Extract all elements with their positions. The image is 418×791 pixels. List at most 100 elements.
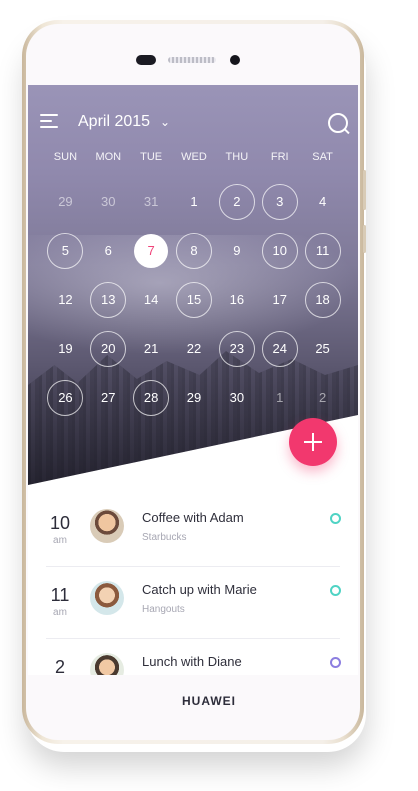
calendar-day[interactable]: 1 bbox=[173, 177, 216, 226]
calendar-day[interactable]: 25 bbox=[301, 324, 344, 373]
calendar-day[interactable]: 15 bbox=[173, 275, 216, 324]
weekday-label: SAT bbox=[312, 151, 333, 163]
weekday-label: TUE bbox=[140, 151, 163, 163]
calendar-day[interactable]: 6 bbox=[87, 226, 130, 275]
calendar-day-number: 2 bbox=[318, 390, 327, 405]
event-title: Lunch with Diane bbox=[142, 654, 242, 669]
calendar-day[interactable]: 12 bbox=[44, 275, 87, 324]
chevron-down-icon[interactable]: ⌄ bbox=[160, 115, 170, 129]
calendar-day[interactable]: 30 bbox=[87, 177, 130, 226]
event-title: Coffee with Adam bbox=[142, 510, 244, 525]
calendar-day-number: 13 bbox=[90, 281, 127, 318]
calendar-day-number: 3 bbox=[261, 183, 298, 220]
status-dot bbox=[330, 657, 341, 668]
calendar-day[interactable]: 3 bbox=[258, 177, 301, 226]
calendar-day[interactable]: 20 bbox=[87, 324, 130, 373]
calendar-day[interactable]: 2 bbox=[301, 373, 344, 422]
calendar-day-number: 30 bbox=[101, 194, 116, 209]
calendar-day-number: 29 bbox=[58, 194, 73, 209]
event-hour: 10 bbox=[49, 513, 71, 533]
calendar-day-today[interactable]: 7 bbox=[130, 226, 173, 275]
event-hour: 11 bbox=[50, 585, 70, 605]
calendar-day[interactable]: 27 bbox=[87, 373, 130, 422]
calendar-day[interactable]: 22 bbox=[173, 324, 216, 373]
weekday-label: FRI bbox=[270, 151, 289, 163]
calendar-day-number: 25 bbox=[315, 341, 330, 356]
calendar-day[interactable]: 31 bbox=[130, 177, 173, 226]
calendar-day-number: 29 bbox=[186, 390, 202, 405]
event-ampm: am bbox=[53, 535, 67, 546]
calendar-day-number: 9 bbox=[233, 243, 241, 258]
calendar-day-number: 1 bbox=[276, 390, 284, 405]
event-item[interactable]: 10 am Coffee with Adam Starbucks bbox=[28, 495, 358, 567]
proximity-sensor bbox=[230, 55, 240, 65]
weekday-label: SUN bbox=[53, 151, 78, 163]
calendar-day-number: 18 bbox=[304, 281, 341, 318]
calendar-day[interactable]: 26 bbox=[44, 373, 87, 422]
calendar-day-number: 16 bbox=[229, 292, 245, 307]
calendar-day-number: 2 bbox=[218, 183, 255, 220]
power-button bbox=[363, 225, 366, 253]
calendar-day[interactable]: 30 bbox=[215, 373, 258, 422]
brand-logo: HUAWEI bbox=[182, 694, 236, 708]
calendar-day[interactable]: 11 bbox=[301, 226, 344, 275]
calendar-day[interactable]: 10 bbox=[258, 226, 301, 275]
avatar bbox=[90, 581, 124, 615]
add-event-button[interactable] bbox=[289, 418, 337, 466]
app-screen: April 2015 ⌄ SUN MON TUE WED THU FRI SAT… bbox=[28, 85, 358, 675]
calendar-day-number: 8 bbox=[175, 232, 212, 269]
calendar-day[interactable]: 14 bbox=[130, 275, 173, 324]
calendar-day[interactable]: 1 bbox=[258, 373, 301, 422]
calendar-day-number: 15 bbox=[175, 281, 212, 318]
calendar-day[interactable]: 4 bbox=[301, 177, 344, 226]
event-item[interactable]: 2 Lunch with Diane bbox=[28, 639, 358, 675]
weekday-label: MON bbox=[95, 151, 122, 163]
search-icon[interactable] bbox=[328, 113, 348, 133]
calendar-day-number: 4 bbox=[318, 194, 327, 209]
calendar-day[interactable]: 19 bbox=[44, 324, 87, 373]
top-bar: April 2015 ⌄ bbox=[28, 85, 358, 145]
calendar-day-number: 22 bbox=[186, 341, 202, 356]
calendar-day[interactable]: 9 bbox=[215, 226, 258, 275]
calendar-day-number: 26 bbox=[47, 379, 84, 416]
calendar-day-number: 20 bbox=[90, 330, 127, 367]
menu-icon[interactable] bbox=[40, 114, 58, 128]
event-subtitle: Starbucks bbox=[142, 532, 187, 543]
calendar-day-number: 21 bbox=[143, 341, 159, 356]
calendar-day-number: 10 bbox=[261, 232, 298, 269]
calendar-day[interactable]: 29 bbox=[173, 373, 216, 422]
calendar-day-number: 24 bbox=[261, 330, 298, 367]
month-title[interactable]: April 2015 bbox=[78, 113, 150, 131]
event-title: Catch up with Marie bbox=[142, 582, 257, 597]
calendar-day-number: 19 bbox=[58, 341, 73, 356]
calendar-day[interactable]: 16 bbox=[215, 275, 258, 324]
calendar-day-number: 28 bbox=[133, 379, 170, 416]
calendar-day[interactable]: 24 bbox=[258, 324, 301, 373]
calendar-day-number: 30 bbox=[229, 390, 245, 405]
calendar-day[interactable]: 17 bbox=[258, 275, 301, 324]
avatar bbox=[90, 509, 124, 543]
event-list: 10 am Coffee with Adam Starbucks 11 am C… bbox=[28, 495, 358, 675]
calendar-day[interactable]: 18 bbox=[301, 275, 344, 324]
calendar-day[interactable]: 13 bbox=[87, 275, 130, 324]
calendar-day[interactable]: 23 bbox=[215, 324, 258, 373]
event-item[interactable]: 11 am Catch up with Marie Hangouts bbox=[28, 567, 358, 639]
weekday-header: SUN MON TUE WED THU FRI SAT bbox=[44, 151, 344, 163]
calendar-day[interactable]: 2 bbox=[215, 177, 258, 226]
event-subtitle: Hangouts bbox=[142, 604, 185, 615]
calendar-day-number: 23 bbox=[218, 330, 255, 367]
calendar-day[interactable]: 21 bbox=[130, 324, 173, 373]
calendar-day-number: 17 bbox=[272, 292, 287, 307]
event-hour: 2 bbox=[54, 657, 65, 675]
calendar-day[interactable]: 8 bbox=[173, 226, 216, 275]
calendar-day-number: 31 bbox=[143, 194, 159, 209]
calendar-day[interactable]: 28 bbox=[130, 373, 173, 422]
calendar-day-number: 27 bbox=[101, 390, 116, 405]
speaker-grille bbox=[168, 57, 216, 63]
calendar-day-number: 11 bbox=[304, 232, 341, 269]
weekday-label: THU bbox=[225, 151, 249, 163]
volume-button bbox=[363, 170, 366, 210]
calendar-day[interactable]: 29 bbox=[44, 177, 87, 226]
calendar-day-number: 6 bbox=[104, 243, 112, 258]
calendar-day[interactable]: 5 bbox=[44, 226, 87, 275]
